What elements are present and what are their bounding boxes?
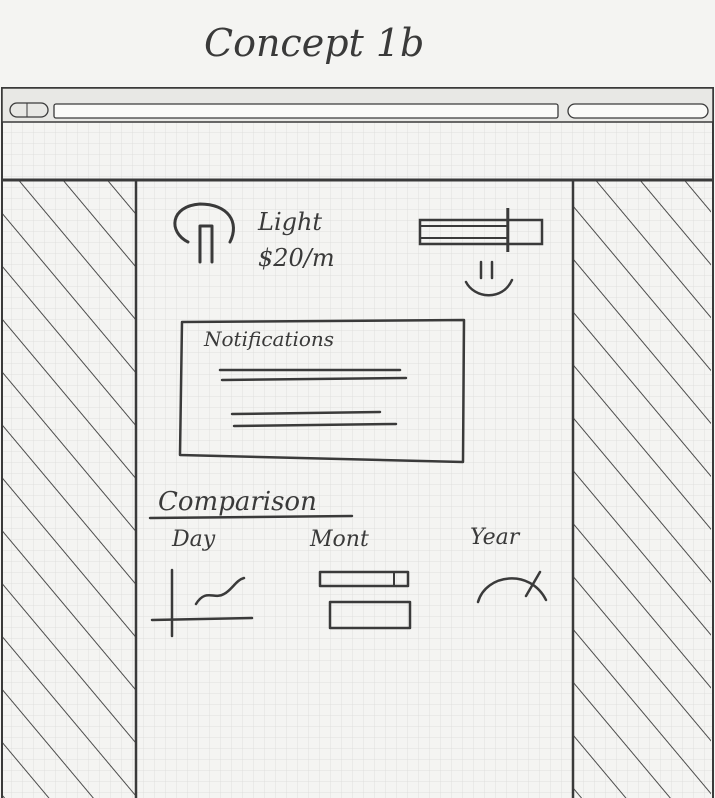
comparison-title: Comparison xyxy=(158,487,317,517)
wireframe-sketch: Concept 1b Light $20/m Notifications Com… xyxy=(1,21,714,798)
tab-year[interactable]: Year xyxy=(470,525,521,550)
window-controls[interactable] xyxy=(9,102,49,118)
search-bar[interactable] xyxy=(567,103,709,119)
page-title: Concept 1b xyxy=(204,21,424,65)
plan-name: Light xyxy=(257,208,322,236)
plan-price: $20/m xyxy=(258,244,335,272)
address-bar[interactable] xyxy=(53,103,559,119)
left-margin-placeholder xyxy=(2,180,138,798)
right-margin-placeholder xyxy=(571,180,711,798)
tab-month[interactable]: Mont xyxy=(309,527,369,552)
tab-day[interactable]: Day xyxy=(171,527,216,552)
notifications-title: Notifications xyxy=(203,327,334,351)
